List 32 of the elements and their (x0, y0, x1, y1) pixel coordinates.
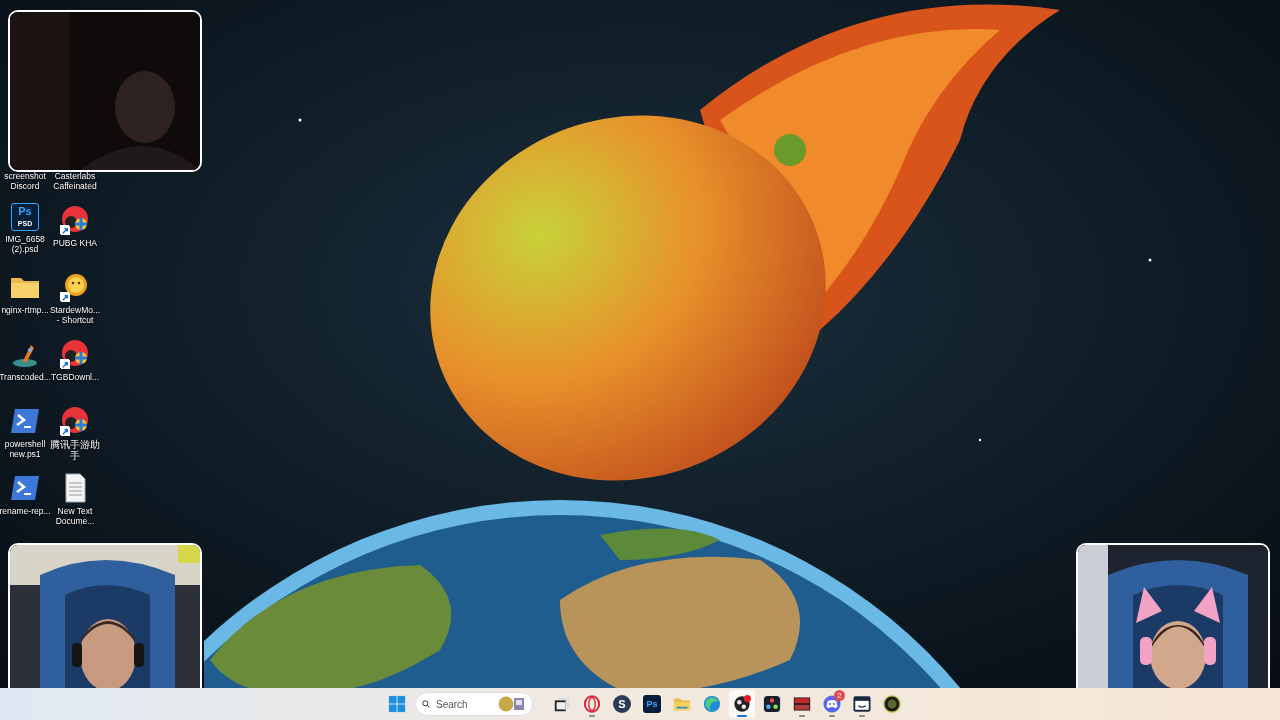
search-field[interactable]: Search (436, 698, 492, 710)
icon-label[interactable]: nginx-rtmp... (0, 305, 51, 315)
gauge-icon (883, 695, 901, 713)
mixer-icon (793, 695, 811, 713)
icon-label[interactable]: powershell new.ps1 (0, 439, 51, 459)
taskbar-button[interactable] (729, 690, 755, 718)
record-icon (733, 695, 751, 713)
taskbar-button[interactable]: 2 (819, 690, 845, 718)
wave-circle-icon (703, 695, 721, 713)
icon-label[interactable]: PUBG KHA (49, 238, 101, 248)
icon-label[interactable]: screenshot Discord (0, 171, 51, 191)
ring-icon (583, 695, 601, 713)
windows-icon (388, 695, 406, 713)
icon-label[interactable]: Transcoded... (0, 372, 51, 382)
taskbar-button[interactable]: S (609, 690, 635, 718)
window-stack-icon (553, 695, 571, 713)
icon-label[interactable]: 腾讯手游助手 (49, 439, 101, 461)
taskbar-button[interactable]: Ps (639, 690, 665, 718)
notification-badge: 2 (834, 690, 845, 701)
icon-label[interactable]: StardewMo... - Shortcut (49, 305, 101, 325)
icon-label[interactable]: Casterlabs Caffeinated (49, 171, 101, 191)
window-icon (853, 695, 871, 713)
game-controller-icon (823, 695, 841, 713)
search-icon (422, 698, 430, 710)
icon-label[interactable]: New Text Docume... (49, 506, 101, 526)
coin-drawing (498, 695, 526, 713)
icon-label[interactable]: rename-rep... (0, 506, 51, 516)
terminal-icon (9, 406, 41, 436)
terminal-icon (9, 473, 41, 503)
search-bar[interactable]: Search (415, 692, 533, 716)
icon-label[interactable]: IMG_6658 (2).psd (0, 234, 51, 254)
color-wheel-icon (763, 695, 781, 713)
